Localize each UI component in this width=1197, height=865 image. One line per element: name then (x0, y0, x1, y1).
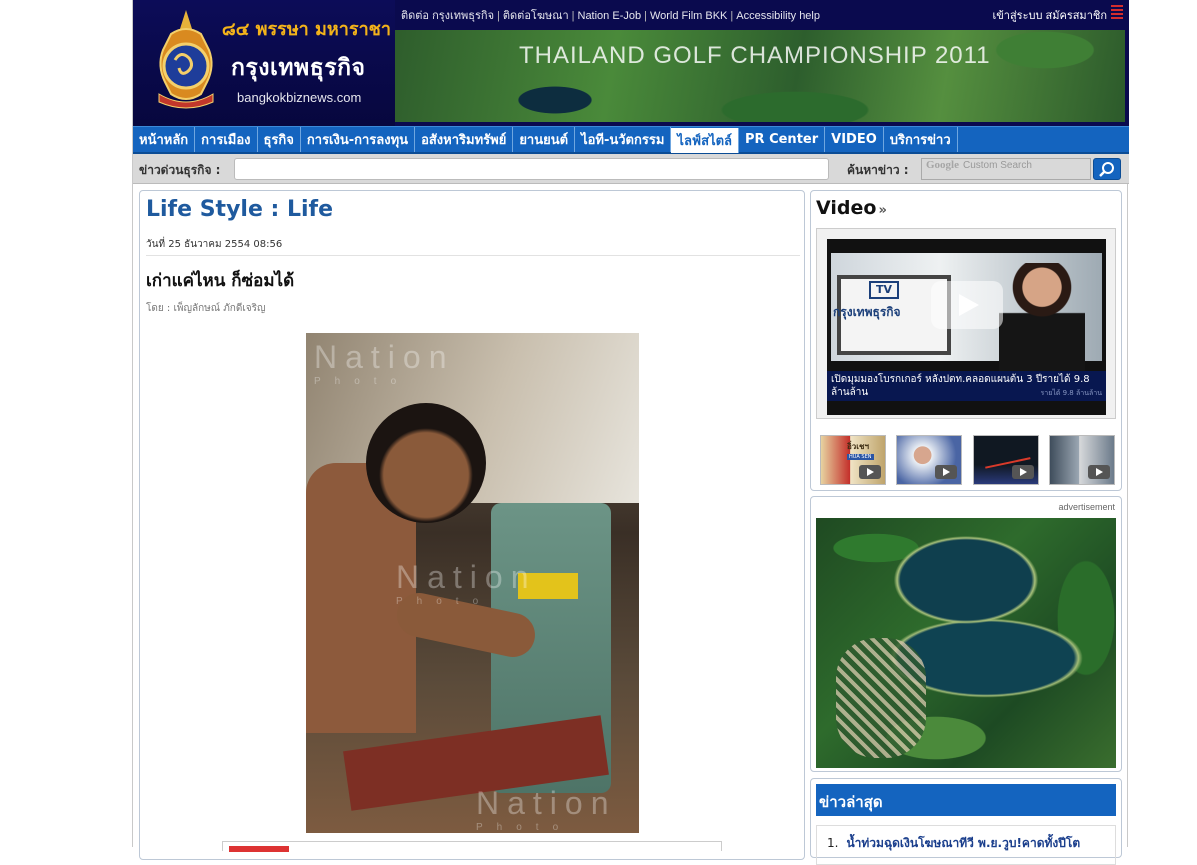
advertisement-box: advertisement (810, 496, 1122, 772)
ad-image-village (836, 638, 926, 758)
site-header: ๘๔ พรรษา มหาราชา กรุงเทพธุรกิจ bangkokbi… (133, 0, 1129, 126)
nav-item-business[interactable]: ธุรกิจ (258, 127, 301, 152)
nav-item-video[interactable]: VIDEO (825, 127, 884, 152)
advertisement-image[interactable] (816, 518, 1116, 768)
search-label: ค้นหาข่าว : (847, 163, 909, 177)
nav-item-auto[interactable]: ยานยนต์ (513, 127, 576, 152)
nav-item-services[interactable]: บริการข่าว (884, 127, 958, 152)
video-player[interactable]: TV กรุงเทพธุรกิจ เปิดมุมมองโบรกเกอร์ หลั… (827, 239, 1106, 415)
article-panel: Life Style : Life วันที่ 25 ธันวาคม 2554… (139, 190, 805, 860)
main-nav: หน้าหลัก การเมือง ธุรกิจ การเงิน-การลงทุ… (133, 126, 1129, 154)
play-icon (1011, 465, 1034, 479)
photo-watermark: Nation Photo (396, 559, 537, 607)
video-player-frame: TV กรุงเทพธุรกิจ เปิดมุมมองโบรกเกอร์ หลั… (816, 228, 1116, 419)
thumbnail-text: อิ่วเชฯ (847, 442, 869, 451)
video-caption-ghost: รายได้ 9.8 ล้านล้าน (1040, 389, 1102, 397)
play-icon (935, 465, 958, 479)
inline-ad-strip[interactable] (222, 841, 722, 852)
nav-item-pr-center[interactable]: PR Center (739, 127, 826, 152)
menu-grid-icon (1111, 5, 1123, 21)
list-item-number: 1. (827, 836, 839, 850)
quick-news-ticker[interactable] (234, 158, 829, 180)
search-input[interactable]: Google Custom Search (921, 158, 1091, 180)
latest-news-box: ข่าวล่าสุด 1. น้ำท่วมฉุดเงินโฆษณาทีวี พ.ย… (810, 778, 1122, 865)
video-thumbnails: อิ่วเชฯ HUA SEN (820, 435, 1115, 485)
list-item-text: น้ำท่วมฉุดเงินโฆษณาทีวี พ.ย.วูบ!คาดทั้งป… (846, 836, 1081, 850)
video-title[interactable]: Video» (816, 197, 887, 219)
article-headline: เก่าแค่ไหน ก็ซ่อมได้ (146, 271, 295, 291)
separator: | (730, 10, 734, 22)
site-domain: bangkokbiznews.com (237, 90, 362, 105)
photo-watermark: Nation Photo (476, 785, 617, 833)
top-links: ติดต่อ กรุงเทพธุรกิจ | ติดต่อโฆษณา | Nation … (401, 6, 820, 24)
anniversary-text: ๘๔ พรรษา มหาราชา (221, 19, 391, 40)
top-link-accessibility[interactable]: Accessibility help (736, 10, 820, 22)
logo-area[interactable]: ๘๔ พรรษา มหาราชา กรุงเทพธุรกิจ bangkokbi… (133, 0, 395, 126)
video-thumbnail[interactable]: อิ่วเชฯ HUA SEN (820, 435, 886, 485)
separator: | (571, 10, 575, 22)
video-thumbnail[interactable] (896, 435, 963, 485)
advertisement-label: advertisement (1058, 502, 1115, 512)
separator: | (497, 10, 500, 22)
site-brand: กรุงเทพธุรกิจ (231, 55, 366, 81)
search-button[interactable] (1093, 158, 1121, 180)
nav-item-property[interactable]: อสังหาริมทรัพย์ (415, 127, 514, 152)
tv-logo: TV (869, 281, 899, 299)
video-news-anchor (999, 263, 1085, 373)
latest-news-title: ข่าวล่าสุด (816, 784, 1116, 816)
separator: | (644, 10, 647, 22)
golf-banner[interactable]: THAILAND GOLF CHAMPIONSHIP 2011 (395, 30, 1125, 122)
section-title: Life Style : Life (146, 197, 334, 222)
article-photo: Nation Photo Nation Photo Nation Photo (306, 333, 639, 833)
nav-item-lifestyle[interactable]: ไลฟ์สไตล์ (671, 128, 740, 153)
top-link-contact[interactable]: ติดต่อ กรุงเทพธุรกิจ (401, 10, 494, 22)
play-icon (1087, 465, 1110, 479)
play-button[interactable] (931, 281, 1003, 329)
quick-news-label: ข่าวด่วนธุรกิจ : (139, 163, 221, 177)
nav-item-finance[interactable]: การเงิน-การลงทุน (301, 127, 416, 152)
video-thumbnail[interactable] (972, 435, 1039, 485)
latest-news-list: 1. น้ำท่วมฉุดเงินโฆษณาทีวี พ.ย.วูบ!คาดทั้… (816, 825, 1116, 865)
nav-item-it[interactable]: ไอที-นวัตกรรม (575, 127, 672, 152)
thumbnail-subtext: HUA SEN (847, 454, 874, 460)
chevron-right-icon: » (878, 203, 887, 218)
article-date: วันที่ 25 ธันวาคม 2554 08:56 (146, 239, 283, 250)
top-link-worldfilm[interactable]: World Film BKK (650, 10, 727, 22)
top-link-advertise[interactable]: ติดต่อโฆษณา (503, 10, 569, 22)
login-register-link[interactable]: เข้าสู่ระบบ สมัครสมาชิก (992, 6, 1107, 24)
video-box: Video» TV กรุงเทพธุรกิจ เปิดมุมมองโบรกเก… (810, 190, 1122, 491)
banner-title: THAILAND GOLF CHAMPIONSHIP 2011 (519, 42, 991, 69)
video-caption: เปิดมุมมองโบรกเกอร์ หลังปตท.คลอดแผนต้น 3… (827, 371, 1106, 401)
article-byline: โดย : เพ็ญลักษณ์ ภักดีเจริญ (146, 303, 266, 314)
nav-item-politics[interactable]: การเมือง (195, 127, 258, 152)
list-item[interactable]: 1. น้ำท่วมฉุดเงินโฆษณาทีวี พ.ย.วูบ!คาดทั้… (827, 834, 1105, 853)
quick-news-bar: ข่าวด่วนธุรกิจ : ค้นหาข่าว : Google Custo… (133, 154, 1129, 184)
search-placeholder: Custom Search (963, 160, 1032, 171)
divider (146, 255, 800, 256)
top-link-ejob[interactable]: Nation E-Job (578, 10, 642, 22)
play-icon (859, 465, 881, 479)
page-container: ๘๔ พรรษา มหาราชา กรุงเทพธุรกิจ bangkokbi… (132, 0, 1129, 865)
tv-brand: กรุงเทพธุรกิจ (833, 305, 901, 319)
search-icon (1099, 162, 1114, 177)
nav-item-home[interactable]: หน้าหลัก (133, 127, 196, 152)
video-thumbnail[interactable] (1048, 435, 1115, 485)
photo-person-head (366, 403, 486, 523)
google-logo: Google (926, 159, 959, 171)
photo-watermark: Nation Photo (314, 339, 455, 387)
